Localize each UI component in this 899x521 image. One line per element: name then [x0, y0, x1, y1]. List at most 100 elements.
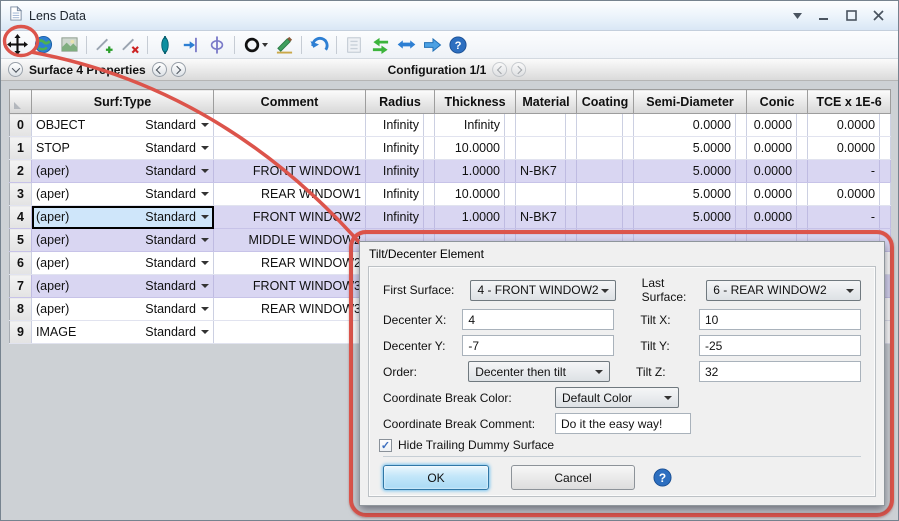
cell-tce[interactable]: 0.0000	[807, 182, 881, 206]
cell-coating[interactable]	[576, 182, 624, 206]
coordinate-break-comment-input[interactable]	[555, 413, 691, 434]
surface-type-dropdown[interactable]: Standard	[145, 233, 209, 247]
cell-conic[interactable]: 0.0000	[746, 159, 798, 183]
col-header-surf-type[interactable]: Surf:Type	[31, 89, 214, 114]
previous-surface-button[interactable]	[151, 62, 167, 77]
col-header-semi-diameter[interactable]: Semi-Diameter	[633, 89, 748, 114]
order-select[interactable]: Decenter then tilt	[468, 361, 611, 382]
tilt-y-input[interactable]	[699, 335, 861, 356]
cell-comment[interactable]: REAR WINDOW3	[213, 297, 366, 321]
surface-type-dropdown[interactable]: Standard	[145, 210, 209, 224]
window-menu-caret-icon[interactable]	[790, 9, 804, 23]
cell-comment[interactable]	[213, 113, 366, 137]
swap-green-arrows-icon[interactable]	[368, 33, 392, 57]
cell-comment[interactable]: REAR WINDOW2	[213, 251, 366, 275]
cell-surf-type[interactable]: (aper) Standard	[31, 274, 214, 298]
surface-type-dropdown[interactable]: Standard	[145, 118, 209, 132]
cell-tce[interactable]: 0.0000	[807, 113, 881, 137]
surface-type-dropdown[interactable]: Standard	[145, 164, 209, 178]
cell-material-solve[interactable]	[565, 113, 578, 137]
tilt-x-input[interactable]	[699, 309, 861, 330]
surface-type-dropdown[interactable]: Standard	[145, 141, 209, 155]
cell-material[interactable]	[515, 182, 567, 206]
cell-tce[interactable]: 0.0000	[807, 136, 881, 160]
cell-coating[interactable]	[576, 113, 624, 137]
surface-type-dropdown[interactable]: Standard	[145, 279, 209, 293]
cell-thickness[interactable]: 1.0000	[434, 205, 505, 229]
cell-surf-type[interactable]: (aper) Standard	[31, 159, 214, 183]
cell-comment[interactable]: FRONT WINDOW3	[213, 274, 366, 298]
cell-conic[interactable]: 0.0000	[746, 182, 798, 206]
cell-radius[interactable]: Infinity	[365, 182, 424, 206]
cell-surf-type[interactable]: (aper) Standard	[31, 182, 214, 206]
cell-conic[interactable]: 0.0000	[746, 205, 798, 229]
aperture-stop-icon[interactable]	[205, 33, 229, 57]
cell-coating[interactable]	[576, 159, 624, 183]
cell-radius[interactable]: Infinity	[365, 113, 424, 137]
help-icon[interactable]: ?	[446, 33, 470, 57]
cell-coating[interactable]	[576, 205, 624, 229]
coating-brush-icon[interactable]	[272, 33, 296, 57]
globe-icon[interactable]	[31, 33, 55, 57]
col-header-comment[interactable]: Comment	[213, 89, 366, 114]
cell-surf-type[interactable]: (aper) Standard	[31, 251, 214, 275]
cancel-button[interactable]: Cancel	[511, 465, 635, 490]
cell-semi-diameter[interactable]: 5.0000	[633, 136, 737, 160]
decenter-x-input[interactable]	[462, 309, 615, 330]
minimize-button[interactable]	[817, 9, 831, 23]
cell-comment[interactable]: MIDDLE WINDOW2	[213, 228, 366, 252]
cell-conic[interactable]: 0.0000	[746, 136, 798, 160]
col-header-coating[interactable]: Coating	[576, 89, 635, 114]
surface-type-dropdown[interactable]: Standard	[145, 302, 209, 316]
cell-semi-diameter[interactable]: 5.0000	[633, 205, 737, 229]
cell-comment[interactable]: FRONT WINDOW1	[213, 159, 366, 183]
cell-semi-diameter[interactable]: 5.0000	[633, 182, 737, 206]
ok-button[interactable]: OK	[383, 465, 489, 490]
cell-material[interactable]: N-BK7	[515, 159, 567, 183]
surface-type-dropdown[interactable]: Standard	[145, 325, 209, 339]
cell-surf-type[interactable]: OBJECT Standard	[31, 113, 214, 137]
first-surface-select[interactable]: 4 - FRONT WINDOW2	[470, 279, 616, 301]
cell-material[interactable]	[515, 113, 567, 137]
cell-tce[interactable]: -	[807, 159, 881, 183]
checkbox-checked-icon[interactable]: ✓	[379, 438, 392, 452]
cell-radius[interactable]: Infinity	[365, 159, 424, 183]
ring-dropdown-icon[interactable]	[240, 33, 270, 57]
cell-thickness[interactable]: 1.0000	[434, 159, 505, 183]
cell-surf-type[interactable]: (aper) Standard	[31, 228, 214, 252]
list-disabled-icon[interactable]	[342, 33, 366, 57]
cell-comment[interactable]	[213, 136, 366, 160]
cell-semi-diameter[interactable]: 0.0000	[633, 113, 737, 137]
next-surface-button[interactable]	[170, 62, 186, 77]
cell-radius-solve[interactable]	[423, 113, 435, 137]
next-config-button[interactable]	[511, 62, 527, 77]
insert-surface-plus-icon[interactable]	[92, 33, 116, 57]
expand-properties-button[interactable]	[8, 62, 23, 77]
cell-thickness[interactable]: 10.0000	[434, 182, 505, 206]
cell-thickness-solve[interactable]	[504, 113, 517, 137]
cell-conic[interactable]: 0.0000	[746, 113, 798, 137]
reverse-element-icon[interactable]	[179, 33, 203, 57]
surface-type-dropdown[interactable]: Standard	[145, 187, 209, 201]
col-header-conic[interactable]: Conic	[746, 89, 809, 114]
coordinate-break-color-select[interactable]: Default Color	[555, 387, 679, 408]
cell-surf-type[interactable]: (aper) Standard	[31, 297, 214, 321]
col-header-material[interactable]: Material	[515, 89, 578, 114]
double-headed-arrow-icon[interactable]	[394, 33, 418, 57]
cell-radius[interactable]: Infinity	[365, 136, 424, 160]
cell-comment[interactable]: REAR WINDOW1	[213, 182, 366, 206]
tilt-z-input[interactable]	[699, 361, 861, 382]
cell-thickness[interactable]: 10.0000	[434, 136, 505, 160]
cell-material[interactable]	[515, 136, 567, 160]
decenter-y-input[interactable]	[462, 335, 615, 356]
lens-element-icon[interactable]	[153, 33, 177, 57]
cell-surf-type[interactable]: STOP Standard	[31, 136, 214, 160]
cell-material[interactable]: N-BK7	[515, 205, 567, 229]
last-surface-select[interactable]: 6 - REAR WINDOW2	[706, 279, 861, 301]
cell-semi-diameter[interactable]: 5.0000	[633, 159, 737, 183]
cell-comment[interactable]: FRONT WINDOW2	[213, 205, 366, 229]
cell-coating[interactable]	[576, 136, 624, 160]
undo-curved-arrow-icon[interactable]	[307, 33, 331, 57]
cell-thickness[interactable]: Infinity	[434, 113, 505, 137]
col-header-radius[interactable]: Radius	[365, 89, 435, 114]
